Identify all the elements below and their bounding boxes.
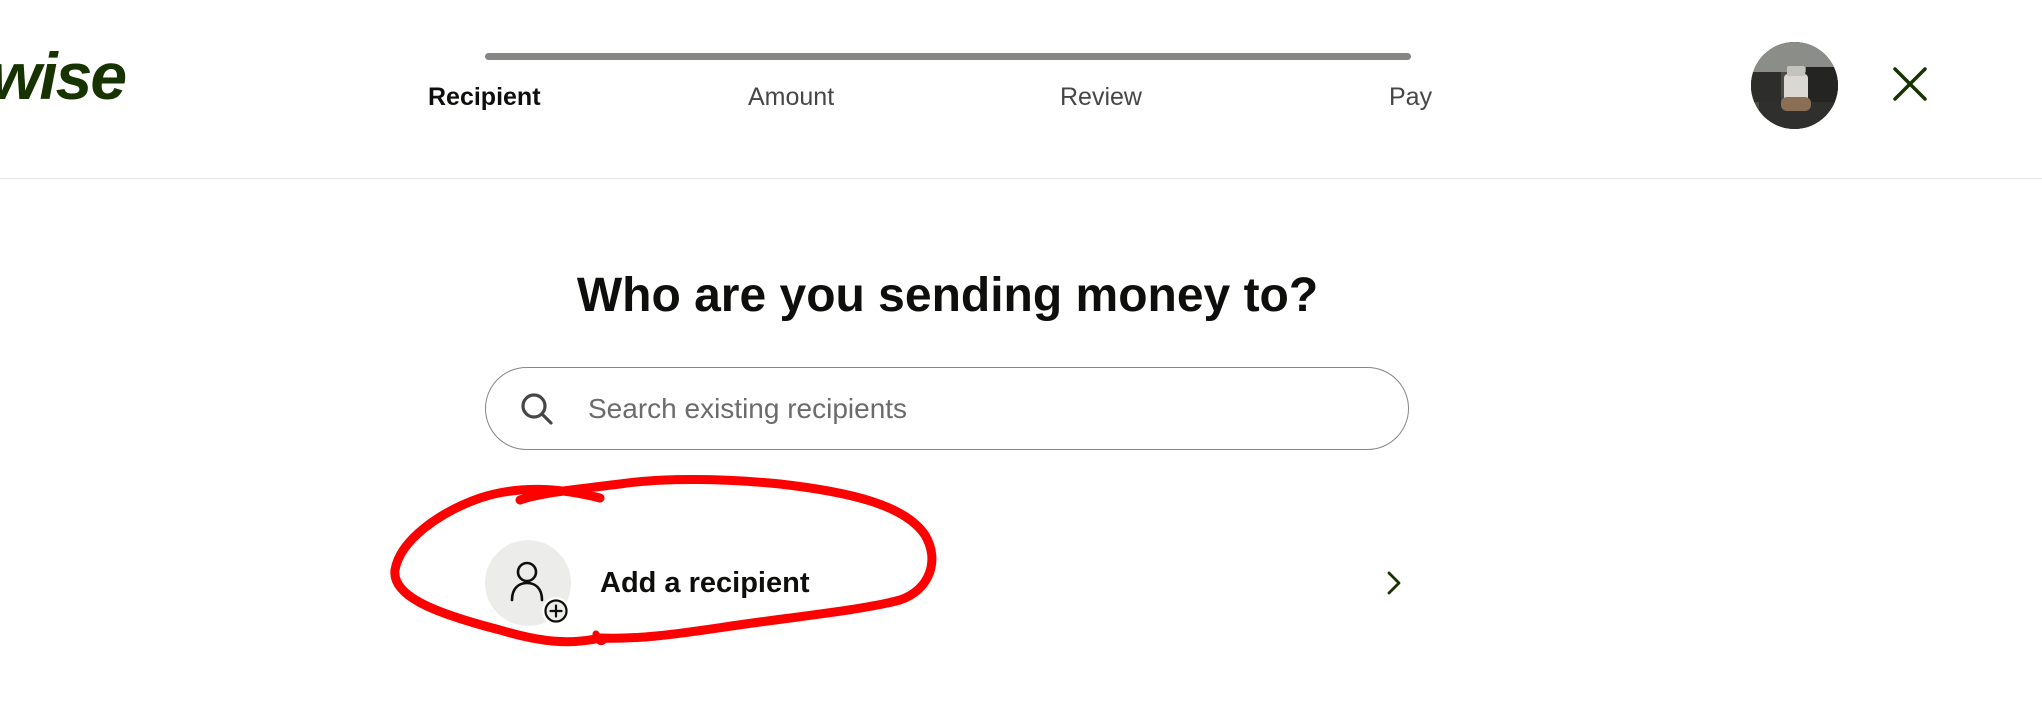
page-title: Who are you sending money to?	[576, 269, 1319, 322]
progress-bar	[485, 53, 1411, 60]
add-recipient-label: Add a recipient	[600, 567, 810, 599]
close-button[interactable]	[1888, 62, 1932, 106]
profile-avatar[interactable]	[1751, 42, 1838, 129]
close-icon	[1893, 67, 1927, 101]
page: wise Recipient Amount Review Pay Who are…	[0, 0, 2042, 702]
add-recipient-avatar	[485, 540, 571, 626]
add-recipient-row[interactable]: Add a recipient	[485, 540, 1409, 626]
plus-circle-icon	[542, 597, 570, 625]
step-review: Review	[1060, 83, 1142, 111]
user-photo-icon	[1751, 42, 1838, 129]
step-recipient: Recipient	[428, 83, 541, 111]
step-amount: Amount	[748, 83, 835, 111]
search-field[interactable]	[485, 367, 1409, 450]
chevron-right-icon	[1387, 571, 1401, 595]
step-pay: Pay	[1389, 83, 1433, 111]
person-icon	[510, 561, 544, 602]
search-input[interactable]	[586, 382, 1370, 436]
top-header: wise Recipient Amount Review Pay	[0, 0, 2042, 179]
search-icon	[521, 393, 553, 425]
wise-logo[interactable]: wise	[0, 36, 127, 116]
